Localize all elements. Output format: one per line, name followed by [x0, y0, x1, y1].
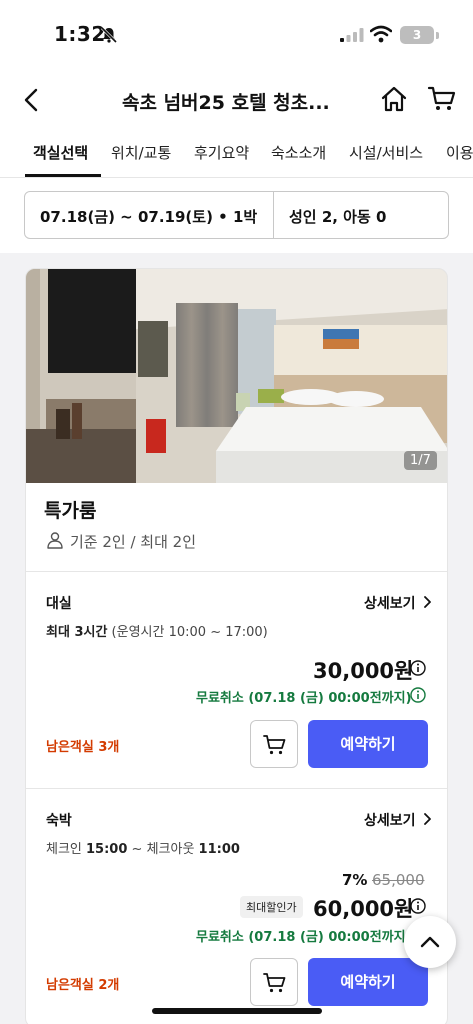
battery-indicator: 3 — [400, 26, 434, 44]
max-discount-badge: 최대할인가 — [240, 896, 303, 918]
free-cancel-daytime: 무료취소 (07.18 (금) 00:00전까지) — [196, 691, 412, 706]
tab-property-intro[interactable]: 숙소소개 — [271, 142, 326, 163]
add-to-cart-button[interactable] — [250, 958, 298, 1006]
active-tab-indicator — [25, 174, 101, 177]
date-selector[interactable]: 07.18(금) ~ 07.19(토) • 1박 — [40, 206, 257, 227]
home-icon[interactable] — [380, 85, 408, 113]
home-indicator — [152, 1008, 322, 1014]
detail-link-label: 상세보기 — [364, 596, 416, 612]
rooms-left-overnight: 남은객실 2개 — [46, 978, 120, 993]
section-divider — [26, 788, 447, 789]
status-time: 1:32 — [54, 22, 106, 46]
original-price: 65,000 — [372, 871, 425, 889]
room-capacity: 기준 2인 / 최대 2인 — [70, 533, 197, 551]
plan-desc-daytime: 최대 3시간 (운영시간 10:00 ~ 17:00) — [46, 621, 268, 640]
info-icon[interactable] — [410, 898, 426, 914]
operating-hours: (운영시간 10:00 ~ 17:00) — [107, 625, 268, 640]
add-to-cart-button[interactable] — [250, 720, 298, 768]
wifi-icon — [370, 25, 392, 43]
free-cancel-overnight: 무료취소 (07.18 (금) 00:00전까지) — [196, 930, 412, 945]
max-hours: 최대 3시간 — [46, 625, 108, 640]
chevron-right-icon — [424, 813, 432, 825]
checkout-time: 11:00 — [198, 842, 240, 857]
detail-link-label: 상세보기 — [364, 813, 416, 829]
search-area: 07.18(금) ~ 07.19(토) • 1박 성인 2, 아동 0 — [0, 178, 473, 253]
chevron-right-icon — [424, 596, 432, 608]
guest-selector[interactable]: 성인 2, 아동 0 — [289, 206, 386, 227]
page-title: 속초 넘버25 호텔 청초... — [122, 92, 330, 114]
plan-type-overnight: 숙박 — [46, 813, 72, 829]
person-icon — [47, 532, 63, 549]
plan-desc-overnight: 체크인 15:00 ~ 체크아웃 11:00 — [46, 838, 240, 857]
section-tabs: 객실선택 위치/교통 후기요약 숙소소개 시설/서비스 이용 — [0, 130, 473, 178]
tab-facilities[interactable]: 시설/서비스 — [349, 142, 423, 163]
tab-room-select[interactable]: 객실선택 — [33, 142, 88, 163]
cart-icon[interactable] — [427, 85, 457, 113]
status-bar: 1:32 3 — [0, 0, 473, 70]
chevron-up-icon — [420, 936, 440, 948]
room-photo[interactable]: 1/7 — [26, 269, 447, 483]
photo-counter: 1/7 — [404, 451, 437, 470]
tab-review-summary[interactable]: 후기요약 — [194, 142, 249, 163]
reserve-button[interactable]: 예약하기 — [308, 958, 428, 1006]
checkin-time: 15:00 — [86, 842, 128, 857]
checkout-label: ~ 체크아웃 — [127, 842, 199, 857]
rooms-left-daytime: 남은객실 3개 — [46, 740, 120, 755]
battery-tip — [436, 32, 439, 39]
detail-link-daytime[interactable]: 상세보기 — [364, 593, 433, 613]
header: 속초 넘버25 호텔 청초... — [0, 70, 473, 130]
price-daytime: 30,000원 — [313, 659, 414, 683]
room-photo-illustration — [26, 269, 447, 483]
plan-type-daytime: 대실 — [46, 596, 72, 612]
cart-icon — [263, 973, 286, 993]
bell-off-icon — [100, 26, 118, 44]
reserve-button[interactable]: 예약하기 — [308, 720, 428, 768]
discount-rate: 7% — [342, 871, 368, 889]
signal-icon — [340, 28, 364, 42]
search-divider — [273, 192, 274, 238]
search-summary-box: 07.18(금) ~ 07.19(토) • 1박 성인 2, 아동 0 — [24, 191, 449, 239]
scroll-to-top-button[interactable] — [404, 916, 456, 968]
room-card: 1/7 특가룸 기준 2인 / 최대 2인 대실 상세보기 최대 3시간 (운영… — [25, 268, 448, 1024]
tab-location[interactable]: 위치/교통 — [111, 142, 171, 163]
info-icon[interactable] — [410, 660, 426, 676]
room-name: 특가룸 — [44, 500, 97, 522]
info-icon[interactable] — [410, 687, 426, 703]
price-overnight: 60,000원 — [313, 897, 414, 921]
detail-link-overnight[interactable]: 상세보기 — [364, 810, 433, 830]
back-icon[interactable] — [18, 86, 46, 114]
section-divider — [26, 571, 447, 572]
tab-usage[interactable]: 이용 — [446, 142, 473, 163]
cart-icon — [263, 735, 286, 755]
checkin-label: 체크인 — [46, 842, 87, 857]
